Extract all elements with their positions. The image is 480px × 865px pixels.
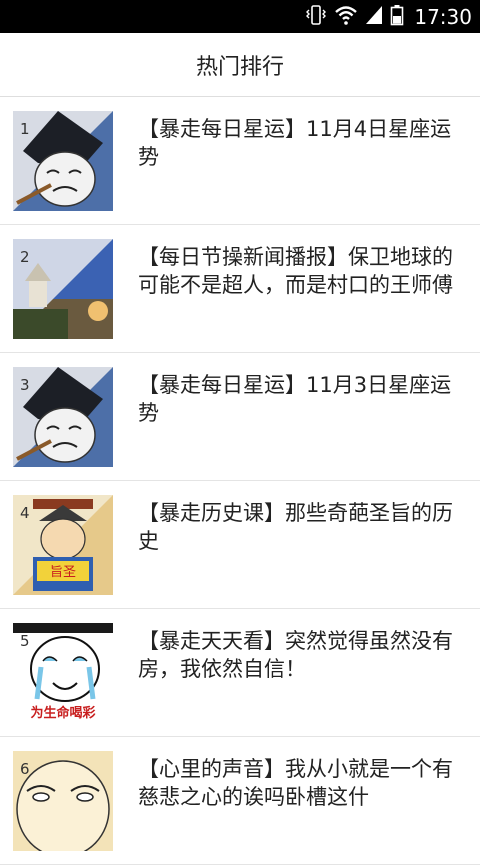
article-title: 【暴走每日星运】11月4日星座运势 [138,117,452,169]
rank-number: 3 [20,376,30,394]
article-title: 【暴走天天看】突然觉得虽然没有房，我依然自信！ [138,629,453,681]
edict-text: 旨圣 [50,565,76,580]
ranking-list: 1 【暴走每日星运】11月4日星座运势 2 【每日节操新闻播报】保卫地球的可能不… [0,97,480,865]
rank-number: 1 [20,120,30,138]
rank-number: 6 [20,760,30,778]
article-thumbnail: 3 [13,367,113,467]
status-bar: 17:30 [0,0,480,33]
vibrate-icon [304,4,328,30]
article-thumbnail: 6 [13,751,113,851]
rank-number: 2 [20,248,30,266]
list-item[interactable]: 1 【暴走每日星运】11月4日星座运势 [0,97,480,225]
battery-icon [390,4,404,30]
article-title: 【每日节操新闻播报】保卫地球的可能不是超人，而是村口的王师傅 [138,245,453,297]
rank-number: 4 [20,504,30,522]
article-thumbnail: 为生命喝彩 5 [13,623,113,723]
list-item[interactable]: 为生命喝彩 5 【暴走天天看】突然觉得虽然没有房，我依然自信！ [0,609,480,737]
article-title: 【心里的声音】我从小就是一个有慈悲之心的诶吗卧槽这什 [138,757,453,809]
article-thumbnail: 2 [13,239,113,339]
article-title: 【暴走历史课】那些奇葩圣旨的历史 [138,501,453,553]
list-item[interactable]: 2 【每日节操新闻播报】保卫地球的可能不是超人，而是村口的王师傅 [0,225,480,353]
list-item[interactable]: 6 【心里的声音】我从小就是一个有慈悲之心的诶吗卧槽这什 [0,737,480,865]
app-header: 热门排行 [0,33,480,97]
wifi-icon [334,4,358,30]
list-item[interactable]: 旨圣 4 【暴走历史课】那些奇葩圣旨的历史 [0,481,480,609]
article-title: 【暴走每日星运】11月3日星座运势 [138,373,452,425]
rank-number: 5 [20,632,30,650]
list-item[interactable]: 3 【暴走每日星运】11月3日星座运势 [0,353,480,481]
cheer-text: 为生命喝彩 [30,705,95,721]
status-time: 17:30 [414,4,472,29]
status-icons: 17:30 [304,0,472,33]
article-thumbnail: 旨圣 4 [13,495,113,595]
signal-icon [364,4,384,30]
article-thumbnail: 1 [13,111,113,211]
page-title: 热门排行 [195,54,284,80]
